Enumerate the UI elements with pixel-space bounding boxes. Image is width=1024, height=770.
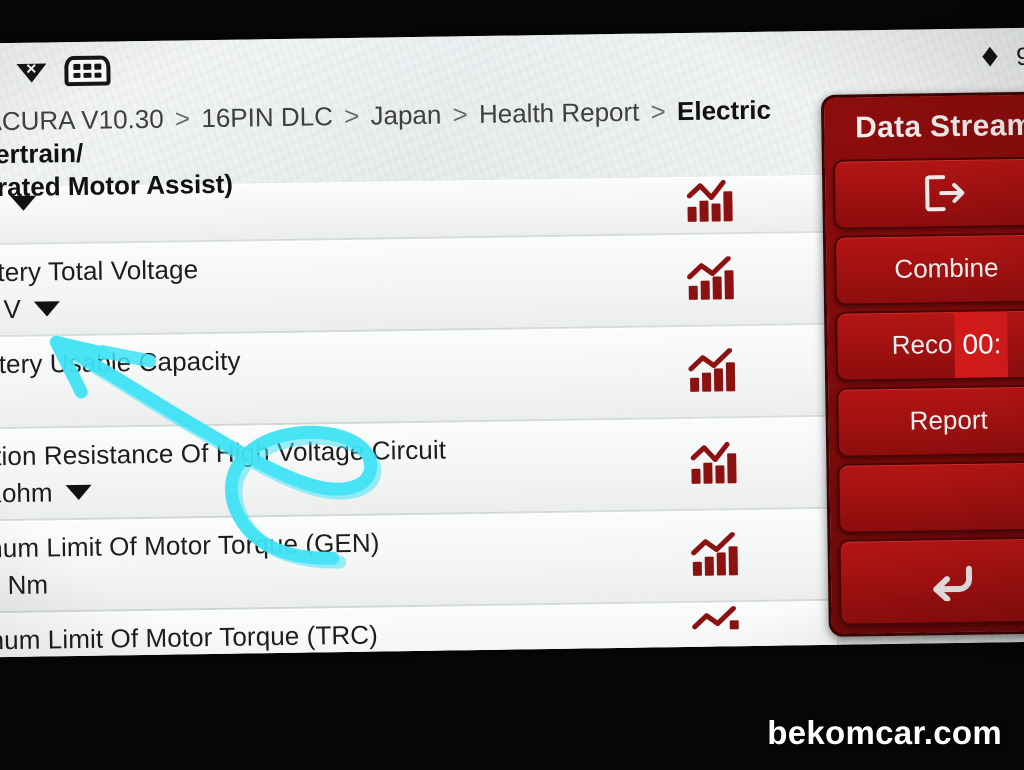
table-row[interactable]: / Battery Usable Capacity %	[0, 324, 834, 429]
breadcrumb-separator: >	[343, 100, 360, 132]
breadcrumb-item-market[interactable]: Japan	[370, 100, 441, 131]
record-button[interactable]: Reco 00:	[835, 308, 1024, 382]
record-button-label: Reco	[891, 329, 953, 361]
back-button[interactable]	[838, 536, 1024, 626]
exit-icon	[923, 173, 968, 214]
report-button[interactable]: Report	[836, 384, 1024, 458]
table-row[interactable]: / Battery Total Voltage 76.5 V	[0, 232, 833, 337]
report-button-label: Report	[909, 404, 988, 436]
data-stream-list[interactable]: 09 A / Battery Total Voltage	[0, 171, 838, 658]
back-arrow-icon	[923, 560, 980, 602]
obd-connector-icon[interactable]	[64, 55, 111, 87]
breadcrumb: DA/ACURA V10.30 > 16PIN DLC > Japan > He…	[0, 94, 772, 205]
side-panel-title: Data Stream	[854, 108, 1024, 145]
chevron-down-icon[interactable]	[65, 484, 92, 500]
breadcrumb-item-current-line2: ntegrated Motor Assist)	[0, 168, 234, 203]
data-stream-side-panel: Data Stream Combine Reco 00: Report	[820, 91, 1024, 637]
photograph-frame: 5 ✕ ♦ 99 DA/ACURA V10.30 >	[0, 0, 1024, 770]
chevron-down-icon[interactable]	[33, 300, 60, 317]
row-unit: Nm	[7, 568, 49, 600]
line-chart-icon[interactable]	[690, 605, 743, 653]
breadcrumb-separator: >	[452, 99, 468, 130]
watermark: bekomcar.com	[767, 714, 1002, 751]
status-bar-right: ♦ 99	[978, 42, 1024, 73]
table-row[interactable]: aximum Limit Of Motor Torque (GEN) .980 …	[0, 508, 837, 613]
breadcrumb-item-health-report[interactable]: Health Report	[479, 97, 640, 129]
line-bar-chart-icon[interactable]	[689, 531, 742, 579]
breadcrumb-separator: >	[650, 96, 667, 127]
line-bar-chart-icon[interactable]	[687, 347, 740, 395]
record-button-content: Reco 00:	[837, 310, 1024, 379]
line-bar-chart-icon[interactable]	[685, 255, 738, 303]
bar-chart-icon[interactable]	[688, 440, 741, 487]
combine-button[interactable]: Combine	[833, 232, 1024, 306]
bluetooth-icon[interactable]: ♦	[978, 42, 1003, 73]
spacer-button[interactable]	[837, 460, 1024, 534]
row-unit: Kohm	[0, 476, 53, 508]
exit-button[interactable]	[832, 156, 1024, 230]
record-timer: 00:	[953, 311, 1008, 378]
breadcrumb-item-connector[interactable]: 16PIN DLC	[201, 101, 333, 133]
combine-button-label: Combine	[894, 252, 999, 285]
table-row[interactable]: aximum Limit Of Motor Torque (TRC)	[0, 600, 838, 658]
row-unit: V	[3, 293, 22, 324]
tablet-screen: 5 ✕ ♦ 99 DA/ACURA V10.30 >	[0, 27, 1024, 658]
table-row[interactable]: sulation Resistance Of High Voltage Circ…	[0, 416, 835, 521]
breadcrumb-item-vehicle[interactable]: DA/ACURA V10.30	[0, 104, 164, 137]
status-bar-left: 5 ✕	[0, 55, 111, 87]
breadcrumb-separator: >	[174, 103, 191, 134]
wifi-off-icon[interactable]: ✕	[16, 60, 46, 82]
battery-percent-text: 99	[1015, 42, 1024, 71]
